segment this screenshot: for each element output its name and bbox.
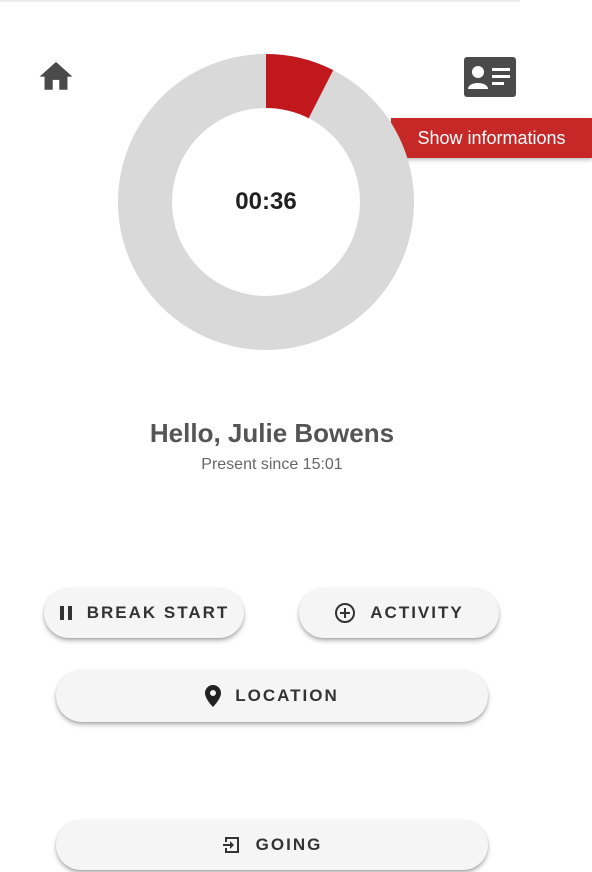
activity-label: ACTIVITY: [370, 603, 464, 622]
break-start-label: BREAK START: [86, 603, 230, 622]
contact-card-icon: [463, 56, 517, 102]
show-informations-tooltip: Show informations: [391, 118, 592, 158]
going-button[interactable]: GOING: [56, 820, 488, 870]
present-since-text: Present since 15:01: [201, 456, 343, 473]
top-divider: [0, 0, 520, 2]
add-circle-icon: [334, 602, 356, 624]
show-informations-button[interactable]: [458, 52, 522, 106]
greeting-text: Hello, Julie Bowens: [149, 418, 395, 448]
activity-button[interactable]: ACTIVITY: [299, 588, 499, 638]
location-label: LOCATION: [235, 686, 339, 705]
home-icon: [36, 57, 76, 97]
home-button[interactable]: [30, 55, 82, 99]
break-start-button[interactable]: BREAK START: [44, 588, 244, 638]
location-button[interactable]: LOCATION: [56, 670, 488, 722]
location-pin-icon: [205, 685, 222, 707]
timer-ring: 00:36: [118, 54, 414, 350]
going-label: GOING: [255, 835, 323, 854]
timer-display: 00:36: [235, 188, 297, 215]
pause-icon: [59, 605, 73, 621]
exit-icon: [222, 835, 242, 855]
